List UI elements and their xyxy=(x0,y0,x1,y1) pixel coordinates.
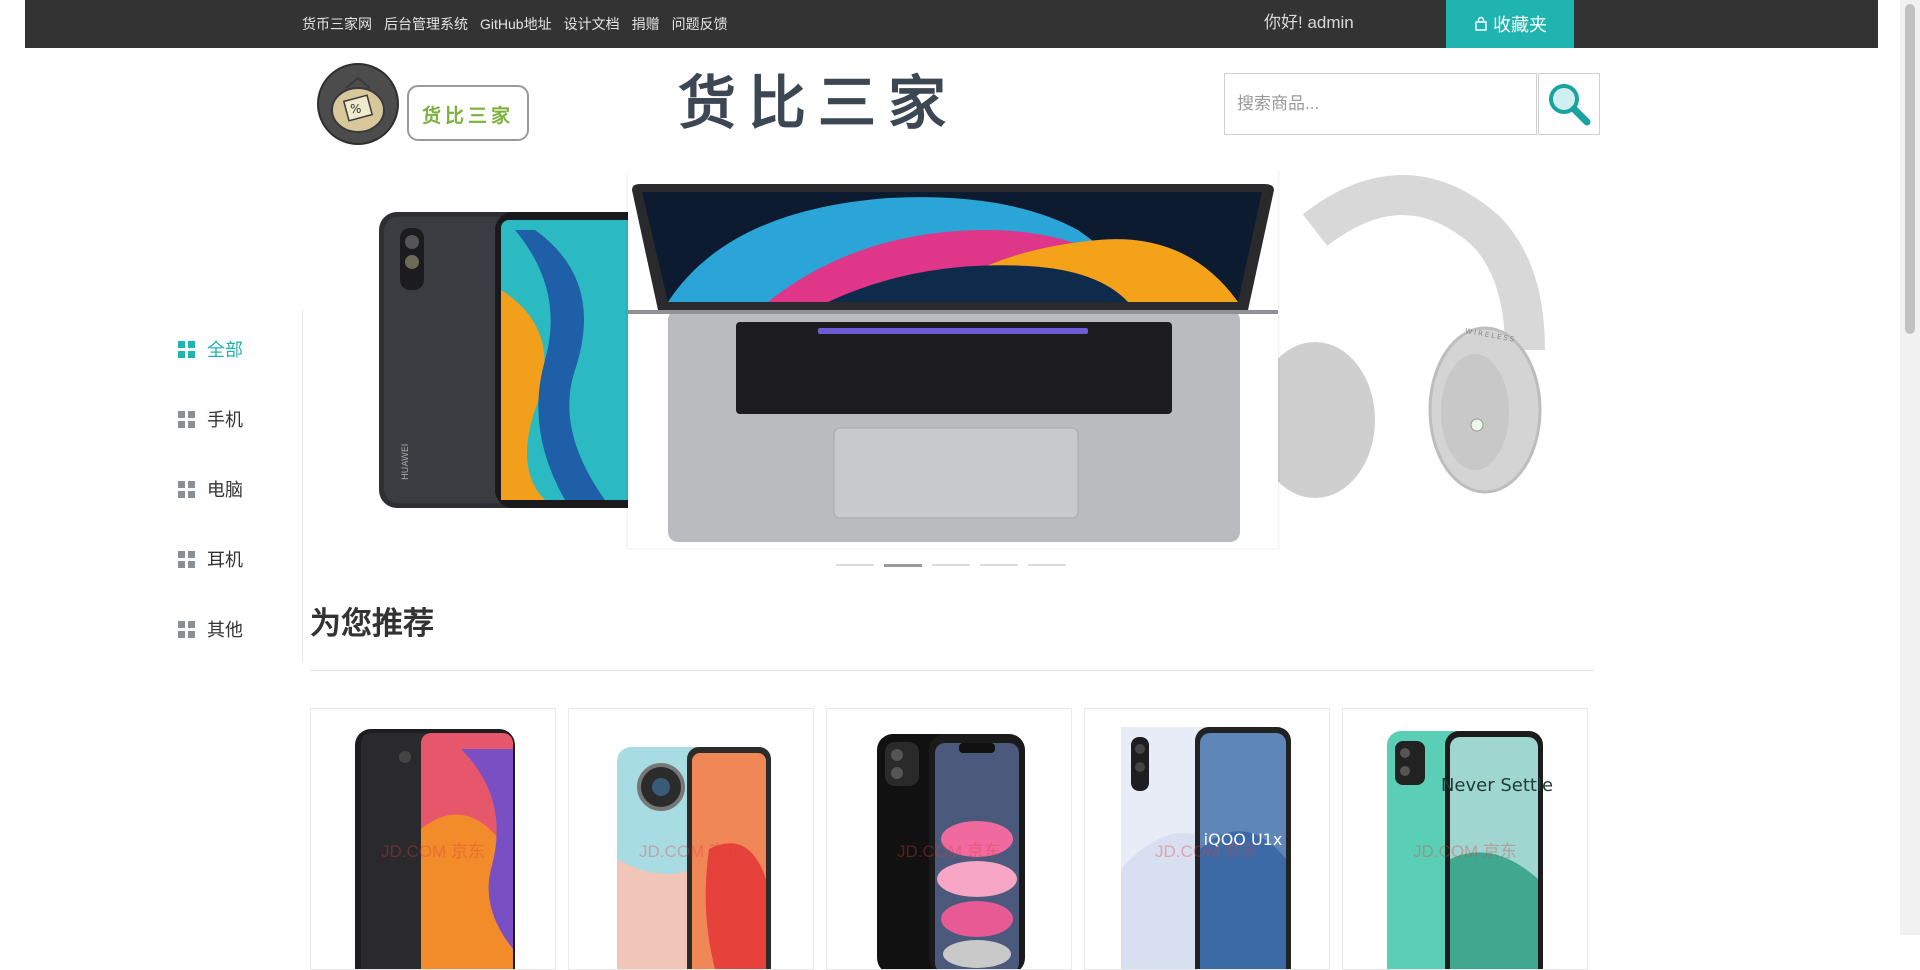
carousel-phone-brand: HUAWEI xyxy=(401,444,411,480)
search-input[interactable] xyxy=(1224,73,1537,135)
user-greeting: 你好! admin xyxy=(1264,13,1354,32)
page-scrollbar[interactable] xyxy=(1900,0,1920,935)
grid-icon xyxy=(178,410,195,428)
category-label: 耳机 xyxy=(207,550,243,570)
category-all[interactable]: 全部 xyxy=(178,336,243,362)
logo-text: 货比三家 xyxy=(422,104,514,127)
category-label: 电脑 xyxy=(207,480,243,500)
product-carousel[interactable]: HUAWEI WIRELESS xyxy=(305,170,1595,550)
scrollbar-thumb[interactable] xyxy=(1905,4,1915,334)
carousel-indicators xyxy=(836,564,1066,567)
carousel-slide-headphones[interactable]: WIRELESS xyxy=(1255,170,1595,520)
shopping-bag-icon xyxy=(1475,16,1487,31)
category-label: 全部 xyxy=(207,340,243,360)
category-label: 其他 xyxy=(207,620,243,640)
section-divider xyxy=(310,670,1594,671)
nav-link-home[interactable]: 货币三家网 xyxy=(302,14,372,34)
product-watermark: JD.COM 京东 xyxy=(1155,842,1259,861)
grid-icon xyxy=(178,620,195,638)
carousel-dot[interactable] xyxy=(1028,564,1066,566)
category-headphones[interactable]: 耳机 xyxy=(178,546,243,572)
grid-icon xyxy=(178,340,195,358)
category-sidebar: 全部 手机 电脑 耳机 其他 xyxy=(170,310,303,662)
category-label: 手机 xyxy=(207,410,243,430)
top-nav-links: 货币三家网 后台管理系统 GitHub地址 设计文档 捐赠 问题反馈 xyxy=(302,0,740,48)
carousel-dot-active[interactable] xyxy=(884,564,922,567)
product-watermark: JD.COM 京东 xyxy=(381,842,485,861)
product-card[interactable]: JD.COM 京东 xyxy=(310,708,556,970)
nav-link-donate[interactable]: 捐赠 xyxy=(632,14,660,34)
product-card[interactable]: Never Settle JD.COM 京东 xyxy=(1342,708,1588,970)
product-grid: JD.COM 京东 JD.COM 京东 JD.COM 京东 iQOO U1x J… xyxy=(310,708,1588,970)
nav-link-admin[interactable]: 后台管理系统 xyxy=(384,14,468,34)
product-card[interactable]: iQOO U1x JD.COM 京东 xyxy=(1084,708,1330,970)
category-phones[interactable]: 手机 xyxy=(178,406,243,432)
search-icon xyxy=(1549,84,1591,126)
carousel-dot[interactable] xyxy=(980,564,1018,566)
carousel-dot[interactable] xyxy=(932,564,970,566)
category-computers[interactable]: 电脑 xyxy=(178,476,243,502)
carousel-slide-laptop[interactable] xyxy=(628,170,1278,548)
carousel-slide-phone[interactable]: HUAWEI xyxy=(305,170,655,520)
search-button[interactable] xyxy=(1538,73,1600,135)
carousel-dot[interactable] xyxy=(836,564,874,566)
nav-link-feedback[interactable]: 问题反馈 xyxy=(672,14,728,34)
grid-icon xyxy=(178,480,195,498)
nav-link-docs[interactable]: 设计文档 xyxy=(564,14,620,34)
brand-title: 货比三家 xyxy=(678,69,959,137)
category-other[interactable]: 其他 xyxy=(178,616,243,642)
product-watermark: JD.COM 京东 xyxy=(639,842,743,861)
product-card[interactable]: JD.COM 京东 xyxy=(568,708,814,970)
product-watermark: JD.COM 京东 xyxy=(897,842,1001,861)
grid-icon xyxy=(178,550,195,568)
site-logo[interactable]: % 货比三家 xyxy=(314,60,534,146)
favorites-button[interactable]: 收藏夹 xyxy=(1446,0,1574,48)
recommend-title: 为您推荐 xyxy=(310,606,434,641)
favorites-label: 收藏夹 xyxy=(1493,15,1547,35)
product-watermark: JD.COM 京东 xyxy=(1413,842,1517,861)
logo-badge: % xyxy=(350,102,361,116)
product-card[interactable]: JD.COM 京东 xyxy=(826,708,1072,970)
product-screen-text: Never Settle xyxy=(1441,775,1553,796)
nav-link-github[interactable]: GitHub地址 xyxy=(480,14,552,34)
